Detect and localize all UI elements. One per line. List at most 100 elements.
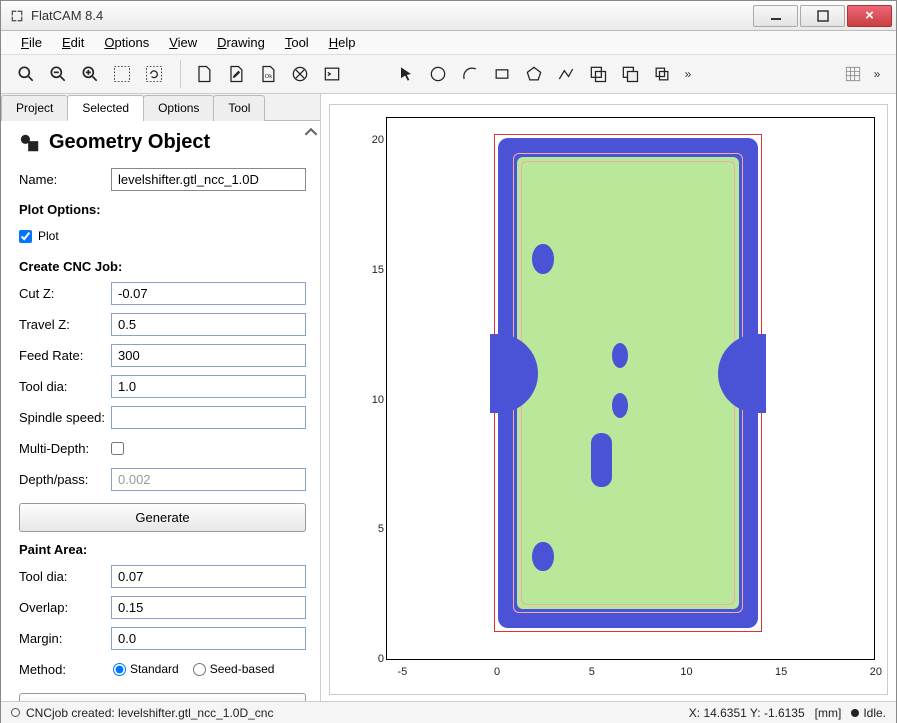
paint-section: Paint Area:: [19, 542, 306, 557]
tab-project[interactable]: Project: [1, 95, 68, 121]
menu-tool[interactable]: Tool: [275, 32, 319, 53]
pcb-outline: [494, 134, 762, 632]
geometry-icon: [19, 132, 41, 154]
subtract-icon[interactable]: [615, 59, 645, 89]
method-seed-radio[interactable]: [193, 663, 206, 676]
chevron-right-icon[interactable]: »: [679, 59, 697, 89]
zoom-fit-icon[interactable]: [11, 59, 41, 89]
menu-drawing[interactable]: Drawing: [207, 32, 275, 53]
menu-edit[interactable]: Edit: [52, 32, 94, 53]
menu-help[interactable]: Help: [319, 32, 366, 53]
y-tick: 15: [366, 264, 384, 276]
feed-label: Feed Rate:: [19, 348, 111, 363]
new-geometry-icon[interactable]: [189, 59, 219, 89]
draw-circle-icon[interactable]: [423, 59, 453, 89]
status-indicator-icon: [11, 708, 20, 717]
update-geometry-icon[interactable]: Ok: [253, 59, 283, 89]
depthpass-label: Depth/pass:: [19, 472, 111, 487]
overlap-label: Overlap:: [19, 600, 111, 615]
plot-checkbox[interactable]: [19, 230, 32, 243]
x-tick: 10: [680, 666, 692, 678]
status-coords: X: 14.6351 Y: -1.6135: [689, 706, 805, 720]
name-label: Name:: [19, 172, 111, 187]
cutz-input[interactable]: [111, 282, 306, 305]
x-tick: 15: [775, 666, 787, 678]
minimize-button[interactable]: [753, 5, 798, 27]
zoom-out-icon[interactable]: [43, 59, 73, 89]
plot-label: Plot: [38, 229, 59, 243]
window-title: FlatCAM 8.4: [31, 8, 751, 23]
status-state-icon: [851, 709, 859, 717]
margin-input[interactable]: [111, 627, 306, 650]
x-tick: 5: [589, 666, 595, 678]
travelz-label: Travel Z:: [19, 317, 111, 332]
x-tick: 20: [870, 666, 882, 678]
maximize-button[interactable]: [800, 5, 845, 27]
form-heading: Geometry Object: [19, 131, 306, 154]
name-input[interactable]: [111, 168, 306, 191]
tooldia-label: Tool dia:: [19, 379, 111, 394]
paint-tooldia-input[interactable]: [111, 565, 306, 588]
travelz-input[interactable]: [111, 313, 306, 336]
overlap-input[interactable]: [111, 596, 306, 619]
menu-file[interactable]: File: [11, 32, 52, 53]
spindle-label: Spindle speed:: [19, 410, 111, 425]
margin-label: Margin:: [19, 631, 111, 646]
zoom-in-icon[interactable]: [75, 59, 105, 89]
app-icon: [9, 8, 25, 24]
menu-options[interactable]: Options: [94, 32, 159, 53]
titlebar: FlatCAM 8.4 ×: [1, 1, 896, 31]
cutz-label: Cut Z:: [19, 286, 111, 301]
draw-polygon-icon[interactable]: [519, 59, 549, 89]
canvas-panel: 20 15 10 5 0 -5 0 5 10 15 20: [321, 94, 896, 701]
feed-input[interactable]: [111, 344, 306, 367]
status-units: [mm]: [815, 706, 842, 720]
plot-area[interactable]: [386, 117, 875, 660]
grid-icon[interactable]: [838, 59, 868, 89]
tab-options[interactable]: Options: [143, 95, 214, 121]
clear-plot-icon[interactable]: [107, 59, 137, 89]
union-icon[interactable]: [583, 59, 613, 89]
menubar: File Edit Options View Drawing Tool Help: [1, 31, 896, 55]
object-form: Geometry Object Name: Plot Options: Plot…: [1, 121, 320, 701]
tab-tool[interactable]: Tool: [213, 95, 265, 121]
edit-geometry-icon[interactable]: [221, 59, 251, 89]
window-controls: ×: [751, 5, 892, 27]
y-tick: 10: [366, 394, 384, 406]
status-state: Idle.: [863, 706, 886, 720]
replot-icon[interactable]: [139, 59, 169, 89]
cnc-section: Create CNC Job:: [19, 259, 306, 274]
y-tick: 20: [366, 134, 384, 146]
close-button[interactable]: ×: [847, 5, 892, 27]
method-label: Method:: [19, 662, 111, 677]
draw-rect-icon[interactable]: [487, 59, 517, 89]
draw-path-icon[interactable]: [551, 59, 581, 89]
spindle-input[interactable]: [111, 406, 306, 429]
chevron-right-icon[interactable]: »: [868, 59, 886, 89]
select-icon[interactable]: [391, 59, 421, 89]
tab-selected[interactable]: Selected: [67, 95, 144, 121]
generate-paint-button[interactable]: Generate: [19, 693, 306, 701]
shell-icon[interactable]: [317, 59, 347, 89]
depthpass-input[interactable]: [111, 468, 306, 491]
toolbar: Ok » »: [1, 55, 896, 94]
y-tick: 0: [366, 653, 384, 665]
plot-canvas[interactable]: 20 15 10 5 0 -5 0 5 10 15 20: [329, 104, 888, 695]
scroll-up-icon[interactable]: [304, 125, 318, 139]
statusbar: CNCjob created: levelshifter.gtl_ncc_1.0…: [1, 701, 896, 723]
x-tick: -5: [398, 666, 408, 678]
status-message: CNCjob created: levelshifter.gtl_ncc_1.0…: [26, 706, 273, 720]
menu-view[interactable]: View: [159, 32, 207, 53]
y-tick: 5: [366, 523, 384, 535]
delete-icon[interactable]: [285, 59, 315, 89]
generate-cnc-button[interactable]: Generate: [19, 503, 306, 532]
method-standard-radio[interactable]: [113, 663, 126, 676]
plot-section: Plot Options:: [19, 202, 306, 217]
copy-icon[interactable]: [647, 59, 677, 89]
multidepth-label: Multi-Depth:: [19, 441, 111, 456]
draw-arc-icon[interactable]: [455, 59, 485, 89]
multidepth-checkbox[interactable]: [111, 442, 124, 455]
tooldia-input[interactable]: [111, 375, 306, 398]
x-tick: 0: [494, 666, 500, 678]
side-tabs: Project Selected Options Tool: [1, 94, 320, 121]
